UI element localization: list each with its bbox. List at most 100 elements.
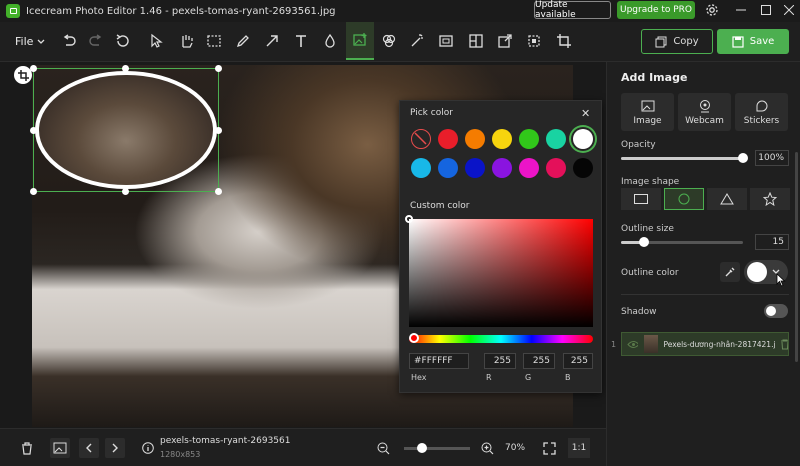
save-button[interactable]: Save [717, 29, 789, 54]
magic-wand-icon[interactable] [403, 22, 431, 60]
gradient-selector-handle[interactable] [405, 215, 413, 223]
no-color-swatch-icon[interactable] [411, 129, 431, 149]
selection-rect-icon[interactable] [200, 22, 228, 60]
previous-arrow-icon[interactable] [79, 438, 99, 458]
actual-size-button[interactable]: 1:1 [568, 438, 590, 458]
reset-icon[interactable] [109, 22, 137, 60]
resize-handle[interactable] [30, 127, 37, 134]
eyedropper-icon[interactable] [720, 262, 740, 282]
redo-icon[interactable] [82, 22, 110, 60]
shadow-toggle[interactable] [764, 304, 788, 318]
layer-name: Pexels-dương-nhân-2817421.j [663, 339, 776, 349]
resize-handle[interactable] [122, 65, 129, 72]
color-swatch[interactable] [438, 158, 458, 178]
close-window-icon[interactable] [780, 2, 798, 18]
select-cursor-icon[interactable] [142, 22, 170, 60]
divider [621, 294, 789, 295]
gallery-image-icon[interactable] [50, 438, 70, 458]
update-available-button[interactable]: Update available [534, 0, 611, 20]
crop-select-icon[interactable] [520, 22, 548, 60]
minimize-icon[interactable] [732, 2, 750, 18]
maximize-icon[interactable] [757, 2, 775, 18]
arrow-tool-icon[interactable] [258, 22, 286, 60]
color-swatch[interactable] [573, 129, 593, 149]
saturation-brightness-area[interactable] [409, 219, 593, 327]
outline-color-swatch [747, 262, 767, 282]
color-swatch[interactable] [546, 158, 566, 178]
hand-pan-icon[interactable] [172, 22, 200, 60]
settings-gear-icon[interactable] [703, 2, 721, 18]
add-webcam-button[interactable]: Webcam [678, 93, 731, 131]
undo-icon[interactable] [55, 22, 83, 60]
zoom-out-icon[interactable] [377, 442, 390, 455]
color-swatch[interactable] [519, 129, 539, 149]
g-input[interactable]: 255 [523, 353, 555, 369]
b-label: B [565, 373, 571, 382]
filters-icon[interactable] [375, 22, 403, 60]
outline-color-label: Outline color [621, 268, 679, 278]
hue-slider-handle[interactable] [409, 333, 419, 343]
text-tool-icon[interactable] [287, 22, 315, 60]
g-label: G [525, 373, 532, 382]
color-swatch[interactable] [465, 129, 485, 149]
crop-icon[interactable] [550, 22, 578, 60]
color-swatch[interactable] [519, 158, 539, 178]
resize-handle[interactable] [215, 188, 222, 195]
chevron-down-icon [37, 39, 45, 44]
info-icon[interactable] [142, 442, 154, 454]
shape-triangle-button[interactable] [707, 188, 747, 210]
add-image-tool-icon[interactable] [346, 22, 374, 60]
eye-visibility-icon[interactable] [627, 340, 638, 349]
opacity-label: Opacity [621, 140, 656, 150]
color-swatch[interactable] [438, 129, 458, 149]
color-swatch[interactable] [492, 158, 512, 178]
zoom-slider[interactable] [404, 447, 470, 450]
triangle-icon [720, 193, 734, 205]
b-input[interactable]: 255 [563, 353, 593, 369]
pencil-draw-icon[interactable] [229, 22, 257, 60]
resize-handle[interactable] [122, 188, 129, 195]
crop-overlay-icon[interactable] [14, 66, 32, 84]
shape-star-button[interactable] [750, 188, 790, 210]
layer-item[interactable]: Pexels-dương-nhân-2817421.j [621, 332, 789, 356]
add-stickers-button[interactable]: Stickers [735, 93, 788, 131]
next-arrow-icon[interactable] [105, 438, 125, 458]
opacity-slider-knob[interactable] [738, 153, 748, 163]
color-swatch[interactable] [546, 129, 566, 149]
fit-screen-icon[interactable] [539, 438, 559, 458]
shape-circle-button[interactable] [664, 188, 704, 210]
copy-button[interactable]: Copy [641, 29, 713, 54]
shape-rectangle-button[interactable] [621, 188, 661, 210]
picker-title: Pick color [410, 108, 453, 118]
collage-icon[interactable] [462, 22, 490, 60]
panel-scrollbar[interactable] [795, 152, 798, 362]
r-input[interactable]: 255 [484, 353, 516, 369]
hex-input[interactable]: #FFFFFF [409, 353, 469, 369]
file-menu[interactable]: File [15, 35, 45, 48]
close-icon[interactable]: ✕ [581, 107, 590, 120]
color-swatch[interactable] [573, 158, 593, 178]
zoom-in-icon[interactable] [481, 442, 494, 455]
outline-size-slider-knob[interactable] [639, 237, 649, 247]
color-swatch[interactable] [492, 129, 512, 149]
resize-handle[interactable] [30, 188, 37, 195]
add-image-button[interactable]: Image [621, 93, 674, 131]
color-swatch[interactable] [411, 158, 431, 178]
zoom-slider-knob[interactable] [417, 443, 427, 453]
resize-handle[interactable] [215, 65, 222, 72]
export-icon[interactable] [491, 22, 519, 60]
upgrade-to-pro-button[interactable]: Upgrade to PRO [617, 1, 695, 19]
circle-overlay-image[interactable] [35, 71, 217, 189]
trash-icon[interactable] [780, 339, 788, 350]
resize-icon[interactable] [432, 22, 460, 60]
opacity-value[interactable]: 100% [755, 150, 789, 166]
r-label: R [486, 373, 492, 382]
resize-handle[interactable] [215, 127, 222, 134]
blur-drop-icon[interactable] [316, 22, 344, 60]
outline-size-value[interactable]: 15 [755, 234, 789, 250]
main-toolbar: File Copy Save [0, 22, 800, 62]
color-swatch[interactable] [465, 158, 485, 178]
delete-trash-icon[interactable] [17, 438, 37, 458]
star-icon [763, 192, 777, 206]
hue-slider[interactable] [409, 335, 593, 343]
